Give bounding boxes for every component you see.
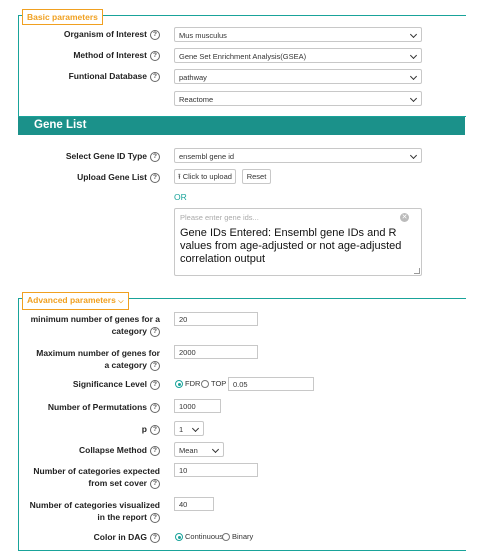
help-icon[interactable]: ?	[150, 512, 160, 523]
visualized-categories-label: Number of categories visualized in the re…	[29, 500, 160, 523]
help-icon[interactable]: ?	[150, 326, 160, 337]
method-select[interactable]: Gene Set Enrichment Analysis(GSEA)	[174, 48, 422, 63]
database-sub-select[interactable]: Reactome	[174, 91, 422, 106]
continuous-label: Continuous	[185, 532, 223, 541]
basic-parameters-legend: Basic parameters	[22, 9, 103, 25]
help-icon[interactable]: ?	[150, 379, 160, 390]
gene-id-type-select[interactable]: ensembl gene id	[174, 148, 422, 163]
resize-handle[interactable]	[414, 268, 420, 274]
top-radio[interactable]	[201, 380, 209, 388]
help-icon[interactable]: ?	[150, 532, 160, 543]
fdr-label: FDR	[185, 379, 201, 388]
p-label: p?	[24, 423, 160, 435]
gene-list-header: Gene List	[18, 117, 465, 135]
help-icon[interactable]: ?	[150, 29, 160, 40]
help-icon[interactable]: ?	[150, 172, 160, 183]
chevron-down-icon	[409, 30, 418, 39]
chevron-down-icon	[409, 151, 418, 160]
help-icon[interactable]: ?	[150, 71, 160, 82]
or-text: OR	[174, 192, 187, 202]
p-select[interactable]: 1	[174, 421, 204, 436]
max-genes-input[interactable]: 2000	[174, 345, 258, 359]
method-label: Method of Interest?	[40, 49, 160, 61]
expected-categories-label: Number of categories expected from set co…	[33, 466, 160, 489]
database-label: Funtional Database?	[40, 70, 160, 82]
help-icon[interactable]: ?	[150, 424, 160, 435]
help-icon[interactable]: ?	[150, 50, 160, 61]
collapse-label: Collapse Method?	[24, 444, 160, 456]
binary-label: Binary	[232, 532, 254, 541]
permutations-label: Number of Permutations?	[24, 401, 160, 413]
top-label: TOP	[211, 379, 227, 388]
advanced-parameters-legend[interactable]: Advanced parameters ⌵	[22, 292, 129, 310]
dag-color-label: Color in DAG?	[24, 531, 160, 543]
significance-input[interactable]: 0.05	[228, 377, 314, 391]
chevron-down-icon	[409, 72, 418, 81]
chevron-down-icon	[211, 445, 220, 454]
chevron-down-icon	[409, 51, 418, 60]
collapse-select[interactable]: Mean	[174, 442, 224, 457]
help-icon[interactable]: ?	[150, 445, 160, 456]
reset-button[interactable]: Reset	[242, 169, 271, 184]
min-genes-label: minimum number of genes for a category?	[30, 314, 160, 337]
gene-id-type-label: Select Gene ID Type?	[40, 150, 160, 162]
visualized-categories-input[interactable]: 40	[174, 497, 214, 511]
database-select[interactable]: pathway	[174, 69, 422, 84]
textarea-note: Gene IDs Entered: Ensembl gene IDs and R…	[180, 227, 402, 265]
permutations-input[interactable]: 1000	[174, 399, 221, 413]
max-genes-label: Maximum number of genes for a category?	[36, 348, 160, 371]
chevron-down-icon	[191, 424, 200, 433]
organism-label: Organism of Interest?	[40, 28, 160, 40]
help-icon[interactable]: ?	[150, 360, 160, 371]
binary-radio[interactable]	[222, 533, 230, 541]
clear-icon[interactable]: ✕	[400, 213, 409, 222]
continuous-radio[interactable]	[175, 533, 183, 541]
upload-gene-list-label: Upload Gene List?	[40, 171, 160, 183]
gene-ids-textarea[interactable]: Please enter gene ids... ✕ Gene IDs Ente…	[174, 208, 422, 276]
help-icon[interactable]: ?	[150, 402, 160, 413]
expected-categories-input[interactable]: 10	[174, 463, 258, 477]
chevron-down-icon: ⌵	[118, 298, 124, 305]
organism-select[interactable]: Mus musculus	[174, 27, 422, 42]
significance-label: Significance Level?	[24, 378, 160, 390]
fdr-radio[interactable]	[175, 380, 183, 388]
upload-icon: ⭱	[178, 172, 181, 181]
textarea-placeholder: Please enter gene ids...	[180, 213, 259, 222]
help-icon[interactable]: ?	[150, 478, 160, 489]
help-icon[interactable]: ?	[150, 151, 160, 162]
min-genes-input[interactable]: 20	[174, 312, 258, 326]
chevron-down-icon	[409, 94, 418, 103]
upload-button[interactable]: ⭱ Click to upload	[174, 169, 236, 184]
